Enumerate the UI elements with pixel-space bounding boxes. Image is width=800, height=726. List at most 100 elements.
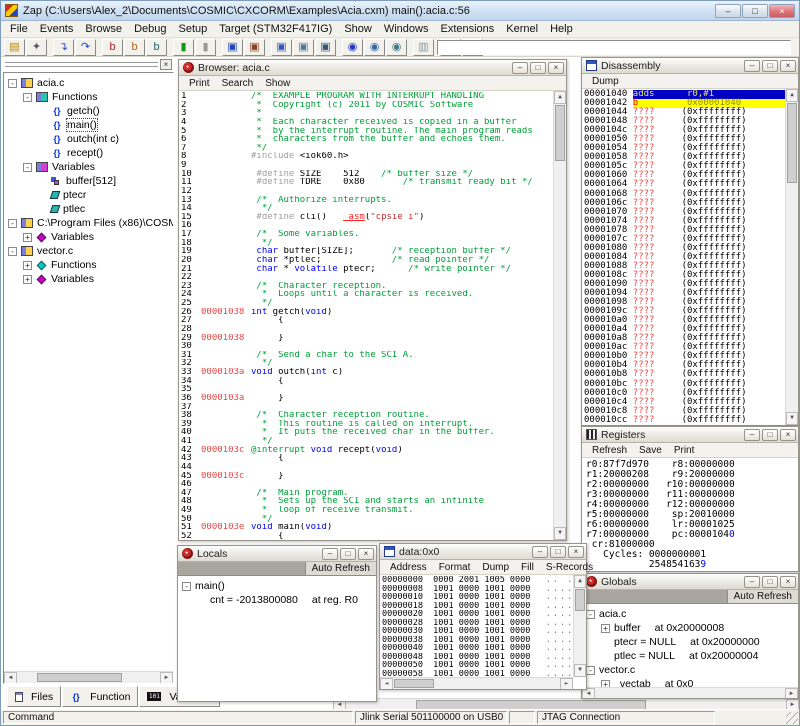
- power-off-button[interactable]: ▮: [195, 39, 216, 56]
- browser-vscrollbar[interactable]: ▲ ▼: [553, 91, 566, 540]
- locals-titlebar[interactable]: Locals –□×: [178, 546, 376, 562]
- file-tree-item-functions[interactable]: -Functions: [4, 90, 173, 104]
- code-line[interactable]: 46: [181, 480, 553, 489]
- expand-icon[interactable]: +: [23, 275, 32, 284]
- menu-item-events[interactable]: Events: [34, 22, 80, 36]
- code-line[interactable]: 330000103avoid outch(int c): [181, 368, 553, 377]
- code-line[interactable]: 510000103evoid main(void): [181, 523, 553, 532]
- browser-titlebar[interactable]: Browser: acia.c –□×: [179, 60, 566, 76]
- memory-minimize-button[interactable]: –: [532, 546, 548, 558]
- menu-item-target-stm32f417ig[interactable]: Target (STM32F417IG): [213, 22, 338, 36]
- source-window-button[interactable]: ▣: [222, 39, 243, 56]
- expand-icon[interactable]: +: [23, 233, 32, 242]
- watch-window-button[interactable]: ◉: [342, 39, 363, 56]
- file-tree-item-vector-c[interactable]: -vector.c: [4, 244, 173, 258]
- collapse-icon[interactable]: -: [8, 79, 17, 88]
- code-line[interactable]: 24 * Loops until a character is received…: [181, 290, 553, 299]
- code-line[interactable]: 25 */: [181, 299, 553, 308]
- collapse-icon[interactable]: -: [23, 93, 32, 102]
- globals-auto-refresh-button[interactable]: Auto Refresh: [727, 590, 798, 603]
- menu-item-browse[interactable]: Browse: [79, 22, 128, 36]
- code-line[interactable]: 22: [181, 273, 553, 282]
- menu-item-show[interactable]: Show: [338, 22, 378, 36]
- disassembly-row[interactable]: 000010cc ???? (0xffffffff): [584, 416, 785, 425]
- file-tree-item-ptecr[interactable]: ptecr: [4, 188, 173, 202]
- menu-item-search[interactable]: Search: [216, 78, 260, 89]
- expand-icon[interactable]: +: [23, 261, 32, 270]
- file-tree-item-variables[interactable]: -Variables: [4, 160, 173, 174]
- browse-hand-button[interactable]: ✦: [26, 39, 47, 56]
- registers-minimize-button[interactable]: –: [744, 429, 760, 441]
- memory-hscrollbar[interactable]: ◄ ►: [380, 677, 573, 689]
- sidebar-tab-function[interactable]: {}Function: [62, 686, 138, 707]
- code-line[interactable]: 14 */: [181, 204, 553, 213]
- code-line[interactable]: 34 {: [181, 377, 553, 386]
- browser-maximize-button[interactable]: □: [530, 62, 546, 74]
- globals-minimize-button[interactable]: –: [744, 576, 760, 588]
- code-line[interactable]: 15 #define cli() _asm("cpsie i"): [181, 213, 553, 222]
- globals-item-buffer[interactable]: +bufferat 0x20000008: [582, 621, 798, 635]
- code-line[interactable]: 28: [181, 325, 553, 334]
- memory-row[interactable]: 00000050 1001 0000 1001 0000 ........: [382, 661, 573, 670]
- globals-maximize-button[interactable]: □: [762, 576, 778, 588]
- code-line[interactable]: 49 * loop of receive transmit.: [181, 506, 553, 515]
- code-line[interactable]: 35: [181, 385, 553, 394]
- scroll-track[interactable]: [574, 612, 586, 664]
- code-line[interactable]: 360000103a }: [181, 394, 553, 403]
- menu-item-show[interactable]: Show: [259, 78, 296, 89]
- expand-icon[interactable]: +: [601, 624, 610, 633]
- code-line[interactable]: 20 char *ptlec; /* read pointer */: [181, 256, 553, 265]
- menu-item-kernel[interactable]: Kernel: [500, 22, 544, 36]
- code-line[interactable]: 5 * by the interrupt routine. The main p…: [181, 127, 553, 136]
- scroll-right-icon[interactable]: ►: [785, 688, 798, 698]
- code-line[interactable]: 38 /* Character reception routine.: [181, 411, 553, 420]
- collapse-icon[interactable]: -: [23, 163, 32, 172]
- scroll-up-icon[interactable]: ▲: [786, 89, 798, 102]
- code-line[interactable]: 21 char * volatile ptecr; /* write point…: [181, 265, 553, 274]
- code-line[interactable]: 47 /* Main program.: [181, 489, 553, 498]
- code-line[interactable]: 450000103c }: [181, 472, 553, 481]
- breakpoint-temp-button[interactable]: b: [124, 39, 145, 56]
- menu-item-debug[interactable]: Debug: [128, 22, 172, 36]
- file-tree-item-variables[interactable]: +Variables: [4, 230, 173, 244]
- file-tree-item-functions[interactable]: +Functions: [4, 258, 173, 272]
- scroll-right-icon[interactable]: ►: [560, 678, 573, 689]
- menu-item-dump[interactable]: Dump: [476, 562, 515, 573]
- power-on-button[interactable]: ▮: [173, 39, 194, 56]
- scroll-down-icon[interactable]: ▼: [574, 664, 586, 677]
- code-line[interactable]: 41 */: [181, 437, 553, 446]
- code-line[interactable]: 19 char buffer[SIZE]; /* reception buffe…: [181, 247, 553, 256]
- scroll-track[interactable]: [554, 162, 566, 527]
- memory-row[interactable]: 00000020 1001 0000 1001 0000 ........: [382, 610, 573, 619]
- memory-row[interactable]: 00000008 1001 0000 1001 0000 ........: [382, 585, 573, 594]
- code-line[interactable]: 52 {: [181, 532, 553, 540]
- sidebar-hscrollbar[interactable]: ◄ ►: [4, 671, 173, 683]
- file-tree-item-variables[interactable]: +Variables: [4, 272, 173, 286]
- menu-item-setup[interactable]: Setup: [172, 22, 213, 36]
- code-line[interactable]: 2600001038int getch(void): [181, 308, 553, 317]
- menu-item-s-records[interactable]: S-Records: [540, 562, 599, 573]
- scroll-track[interactable]: [595, 688, 785, 698]
- memory-vscrollbar[interactable]: ▲ ▼: [573, 575, 586, 677]
- menu-item-refresh[interactable]: Refresh: [586, 445, 633, 456]
- menu-item-format[interactable]: Format: [433, 562, 477, 573]
- menu-item-windows[interactable]: Windows: [378, 22, 435, 36]
- monitor-window-button[interactable]: ▣: [271, 39, 292, 56]
- step-into-button[interactable]: ↴: [53, 39, 74, 56]
- scroll-right-icon[interactable]: ►: [160, 672, 173, 684]
- memory-row[interactable]: 00000018 1001 0000 1001 0000 ........: [382, 602, 573, 611]
- minimize-button[interactable]: –: [715, 4, 741, 18]
- menu-item-save[interactable]: Save: [633, 445, 668, 456]
- breakpoint-count-button[interactable]: b: [146, 39, 167, 56]
- registers-close-button[interactable]: ×: [780, 429, 796, 441]
- code-line[interactable]: 23 /* Character reception.: [181, 282, 553, 291]
- code-line[interactable]: 8#include <iok60.h>: [181, 152, 553, 161]
- globals-hscrollbar[interactable]: ◄ ►: [582, 687, 798, 698]
- code-line[interactable]: 39 * This routine is called on interrupt…: [181, 420, 553, 429]
- scroll-thumb[interactable]: [575, 589, 585, 611]
- collapse-icon[interactable]: -: [586, 610, 595, 619]
- toolbar-command-box[interactable]: [437, 40, 791, 55]
- menu-item-file[interactable]: File: [4, 22, 34, 36]
- disassembly-titlebar[interactable]: Disassembly –□×: [582, 58, 798, 74]
- code-line[interactable]: 37: [181, 403, 553, 412]
